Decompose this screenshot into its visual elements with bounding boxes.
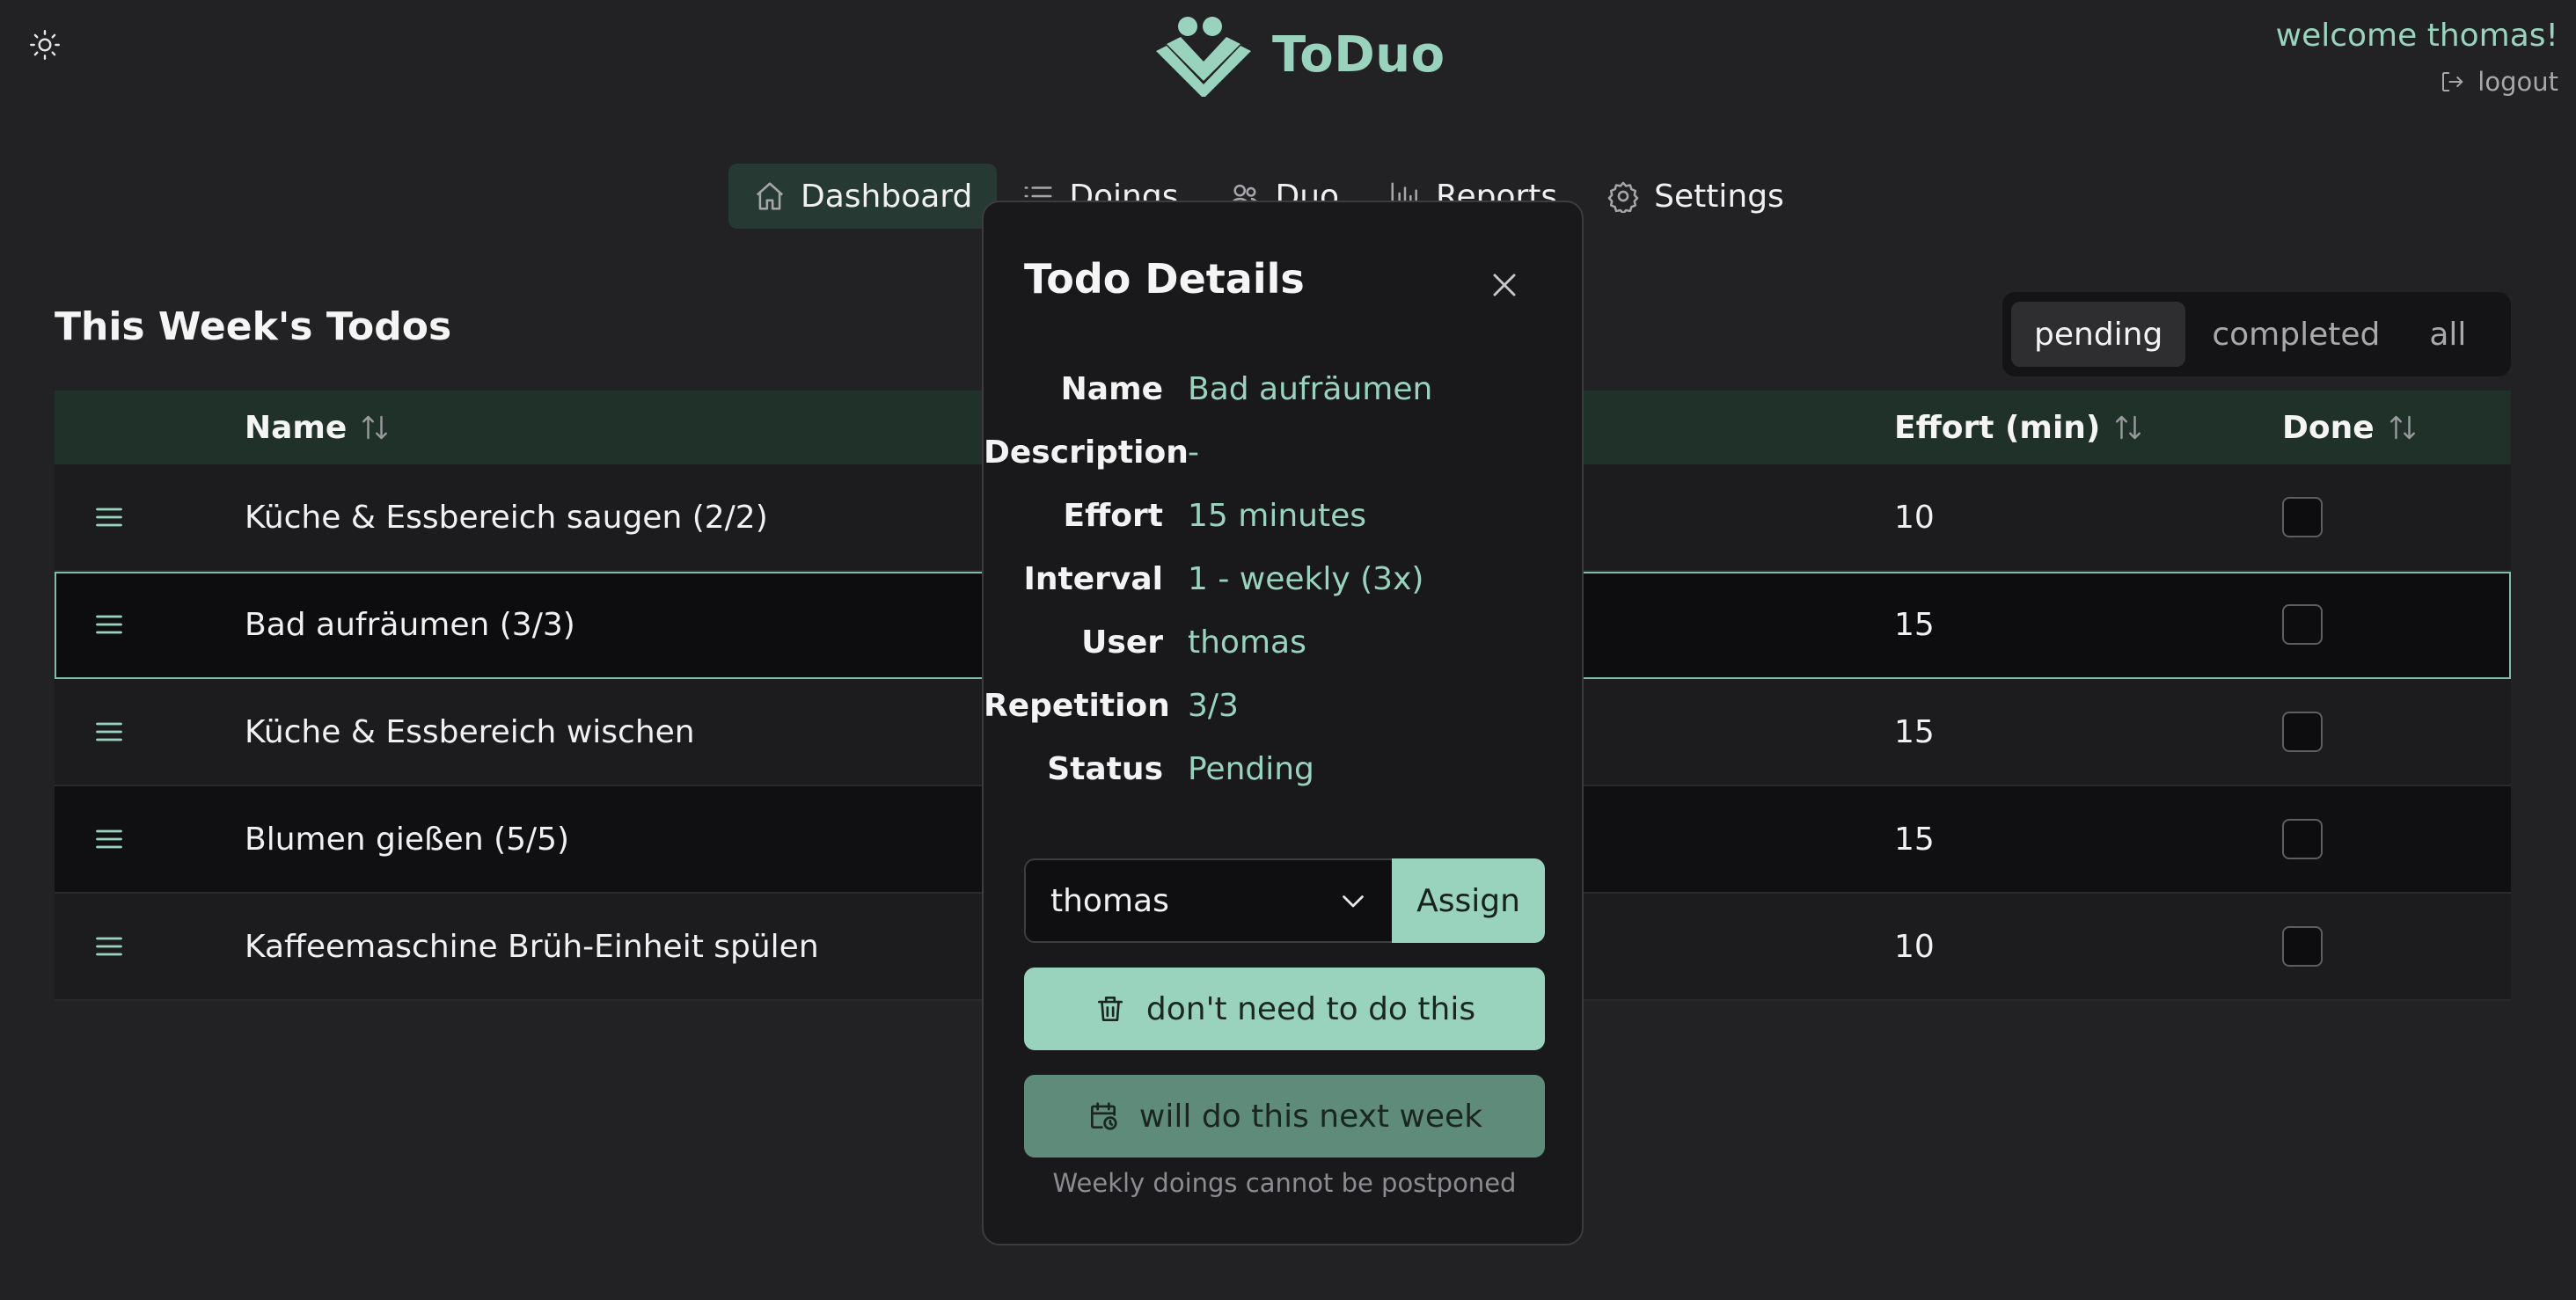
done-checkbox[interactable] bbox=[2282, 497, 2323, 537]
menu-icon bbox=[96, 722, 122, 741]
todo-name: Blumen gießen (5/5) bbox=[245, 821, 570, 858]
done-cell bbox=[2282, 572, 2323, 677]
page-title: This Week's Todos bbox=[55, 304, 452, 349]
todo-name: Küche & Essbereich saugen (2/2) bbox=[245, 499, 768, 536]
close-icon bbox=[1493, 274, 1516, 296]
todo-effort: 10 bbox=[1894, 499, 1935, 536]
nav-label: Settings bbox=[1654, 178, 1784, 215]
detail-status: Status Pending bbox=[984, 744, 1585, 793]
detail-label: Repetition bbox=[984, 687, 1170, 724]
skip-todo-button[interactable]: don't need to do this bbox=[1024, 968, 1545, 1050]
detail-name: Name Bad aufräumen bbox=[984, 364, 1585, 413]
nav-item-settings[interactable]: Settings bbox=[1582, 164, 1809, 229]
done-checkbox[interactable] bbox=[2282, 819, 2323, 859]
detail-label: Effort bbox=[1063, 497, 1163, 534]
modal-title: Todo Details bbox=[1024, 255, 1305, 303]
detail-label: Interval bbox=[1023, 560, 1163, 597]
column-name-label: Name bbox=[245, 409, 348, 446]
todo-effort: 15 bbox=[1894, 713, 1935, 750]
filter-pending[interactable]: pending bbox=[2011, 302, 2186, 367]
menu-icon bbox=[96, 829, 122, 849]
drag-handle[interactable] bbox=[93, 572, 128, 677]
assign-button[interactable]: Assign bbox=[1392, 858, 1545, 943]
detail-value: 3/3 bbox=[1188, 687, 1239, 724]
skip-todo-label: don't need to do this bbox=[1145, 990, 1476, 1027]
done-checkbox[interactable] bbox=[2282, 712, 2323, 752]
home-icon bbox=[756, 182, 784, 210]
done-cell bbox=[2282, 679, 2323, 785]
todo-effort: 15 bbox=[1894, 821, 1935, 858]
logout-icon bbox=[2442, 72, 2463, 91]
postpone-todo-button[interactable]: will do this next week bbox=[1024, 1075, 1545, 1158]
detail-label: Description bbox=[984, 434, 1189, 471]
detail-value: 15 minutes bbox=[1188, 497, 1366, 534]
detail-value: Pending bbox=[1188, 750, 1314, 787]
logout-label: logout bbox=[2477, 67, 2558, 97]
status-filter: pending completed all bbox=[2002, 292, 2511, 376]
todo-effort: 15 bbox=[1894, 606, 1935, 643]
theme-toggle-button[interactable] bbox=[23, 23, 67, 67]
column-done-label: Done bbox=[2282, 409, 2375, 446]
todo-name: Kaffeemaschine Brüh-Einheit spülen bbox=[245, 928, 819, 965]
column-header-effort[interactable]: Effort (min) bbox=[1894, 391, 2144, 464]
nav-label: Dashboard bbox=[801, 178, 973, 215]
close-button[interactable] bbox=[1482, 262, 1527, 308]
welcome-text: welcome thomas! bbox=[2275, 18, 2558, 54]
detail-description: Description - bbox=[984, 427, 1585, 477]
toduo-logo-icon bbox=[1156, 17, 1251, 97]
detail-label: Status bbox=[1047, 750, 1163, 787]
done-cell bbox=[2282, 894, 2323, 999]
app-name: ToDuo bbox=[1272, 26, 1445, 84]
detail-label: User bbox=[1081, 624, 1163, 661]
drag-handle[interactable] bbox=[93, 464, 128, 570]
done-checkbox[interactable] bbox=[2282, 926, 2323, 967]
sort-icon bbox=[2116, 415, 2141, 440]
detail-label: Name bbox=[1060, 370, 1163, 407]
detail-value: thomas bbox=[1188, 624, 1306, 661]
todo-details-modal: Todo Details Name Bad aufräumen Descript… bbox=[982, 201, 1584, 1245]
detail-value: 1 - weekly (3x) bbox=[1188, 560, 1424, 597]
detail-value: Bad aufräumen bbox=[1188, 370, 1433, 407]
app-logo[interactable]: ToDuo bbox=[1154, 11, 1445, 99]
done-cell bbox=[2282, 786, 2323, 892]
detail-effort: Effort 15 minutes bbox=[984, 491, 1585, 540]
column-header-name[interactable]: Name bbox=[245, 391, 391, 464]
assignee-select[interactable]: thomas bbox=[1024, 858, 1392, 943]
detail-interval: Interval 1 - weekly (3x) bbox=[984, 554, 1585, 603]
sort-icon bbox=[362, 415, 388, 440]
detail-user: User thomas bbox=[984, 617, 1585, 667]
menu-icon bbox=[96, 615, 122, 634]
detail-repetition: Repetition 3/3 bbox=[984, 681, 1585, 730]
sun-icon bbox=[30, 30, 60, 60]
gear-icon bbox=[1607, 181, 1639, 213]
sort-icon bbox=[2389, 415, 2415, 440]
filter-all[interactable]: all bbox=[2406, 302, 2489, 367]
todo-name: Bad aufräumen (3/3) bbox=[245, 606, 575, 643]
done-checkbox[interactable] bbox=[2282, 604, 2323, 645]
todo-name: Küche & Essbereich wischen bbox=[245, 713, 695, 750]
menu-icon bbox=[96, 937, 122, 956]
drag-handle[interactable] bbox=[93, 786, 128, 892]
chevron-down-icon bbox=[1343, 895, 1364, 908]
postpone-todo-label: will do this next week bbox=[1138, 1098, 1483, 1135]
postpone-note: Weekly doings cannot be postponed bbox=[1052, 1168, 1517, 1198]
drag-handle[interactable] bbox=[93, 894, 128, 999]
assignee-select-value: thomas bbox=[1050, 882, 1169, 919]
todo-effort: 10 bbox=[1894, 928, 1935, 965]
assign-row: thomas Assign bbox=[1024, 858, 1545, 943]
calendar-clock-icon bbox=[1090, 1102, 1117, 1130]
column-header-done[interactable]: Done bbox=[2282, 391, 2419, 464]
column-effort-label: Effort (min) bbox=[1894, 409, 2101, 446]
logout-link[interactable]: logout bbox=[2439, 67, 2558, 97]
drag-handle[interactable] bbox=[93, 679, 128, 785]
nav-item-dashboard[interactable]: Dashboard bbox=[728, 164, 998, 229]
filter-completed[interactable]: completed bbox=[2189, 302, 2403, 367]
menu-icon bbox=[96, 508, 122, 527]
detail-value: - bbox=[1188, 434, 1199, 471]
done-cell bbox=[2282, 464, 2323, 570]
trash-icon bbox=[1097, 996, 1123, 1022]
